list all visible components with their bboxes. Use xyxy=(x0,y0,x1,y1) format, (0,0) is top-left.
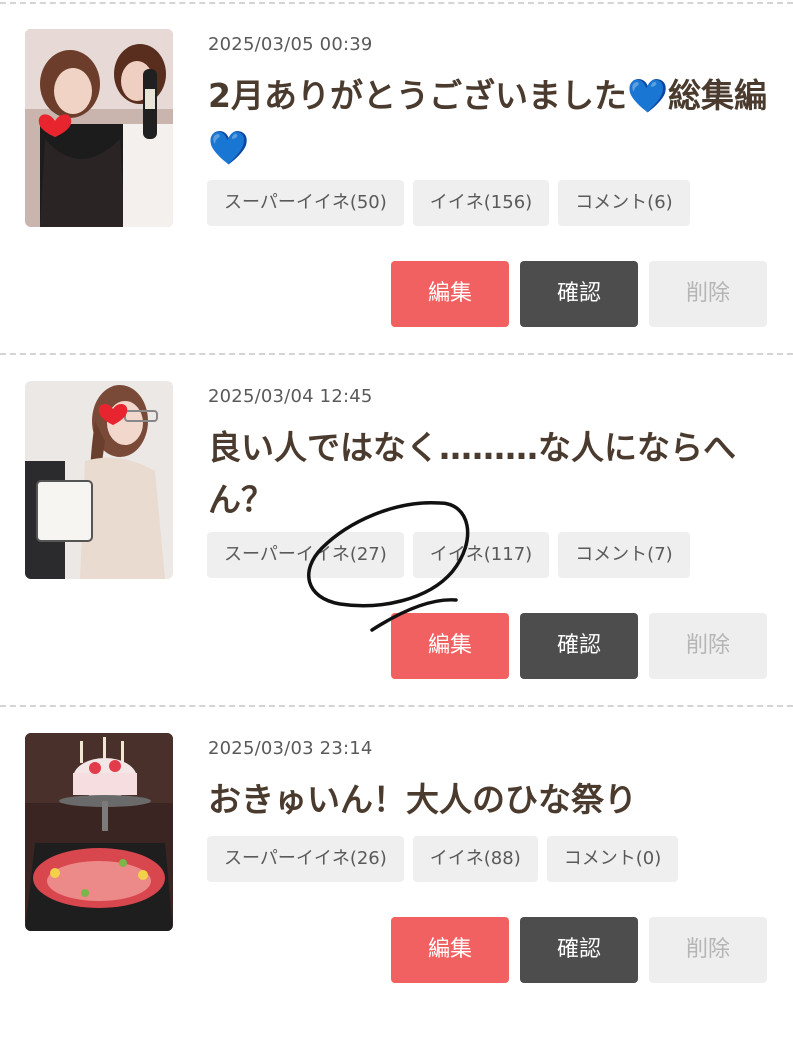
post-date: 2025/03/04 12:45 xyxy=(208,386,373,407)
super-like-count[interactable]: スーパーイイネ(26) xyxy=(207,836,404,882)
confirm-button[interactable]: 確認 xyxy=(520,917,638,983)
comment-count[interactable]: コメント(6) xyxy=(558,180,690,226)
post-title[interactable]: 良い人ではなく………な人にならへん？ xyxy=(208,422,768,526)
delete-button[interactable]: 削除 xyxy=(649,613,767,679)
comment-count[interactable]: コメント(7) xyxy=(558,532,690,578)
edit-button[interactable]: 編集 xyxy=(391,261,509,327)
post-actions: 編集 確認 削除 xyxy=(391,261,767,327)
photo-cake-sushi-platter xyxy=(25,733,173,931)
post-actions: 編集 確認 削除 xyxy=(391,613,767,679)
confirm-button[interactable]: 確認 xyxy=(520,261,638,327)
post-thumbnail[interactable] xyxy=(25,381,173,579)
confirm-button[interactable]: 確認 xyxy=(520,613,638,679)
delete-button[interactable]: 削除 xyxy=(649,917,767,983)
post-title[interactable]: 2月ありがとうございました💙総集編💙 xyxy=(208,70,768,174)
photo-woman-white-dress xyxy=(25,381,173,579)
post-item: 2025/03/05 00:39 2月ありがとうございました💙総集編💙 スーパー… xyxy=(0,0,793,352)
post-item: 2025/03/03 23:14 おきゅいん！大人のひな祭り スーパーイイネ(2… xyxy=(0,704,793,1056)
post-actions: 編集 確認 削除 xyxy=(391,917,767,983)
post-thumbnail[interactable] xyxy=(25,29,173,227)
post-title[interactable]: おきゅいん！大人のひな祭り xyxy=(208,774,768,826)
like-count[interactable]: イイネ(88) xyxy=(412,836,538,882)
post-item: 2025/03/04 12:45 良い人ではなく………な人にならへん？ スーパー… xyxy=(0,352,793,704)
post-thumbnail[interactable] xyxy=(25,733,173,931)
edit-button[interactable]: 編集 xyxy=(391,613,509,679)
post-date: 2025/03/03 23:14 xyxy=(208,738,373,759)
comment-count[interactable]: コメント(0) xyxy=(546,836,679,882)
reaction-tags: スーパーイイネ(50) イイネ(156) コメント(6) xyxy=(207,180,690,226)
like-count[interactable]: イイネ(117) xyxy=(412,532,550,578)
post-date: 2025/03/05 00:39 xyxy=(208,34,373,55)
super-like-count[interactable]: スーパーイイネ(50) xyxy=(207,180,404,226)
delete-button[interactable]: 削除 xyxy=(649,261,767,327)
reaction-tags: スーパーイイネ(26) イイネ(88) コメント(0) xyxy=(207,836,679,882)
super-like-count[interactable]: スーパーイイネ(27) xyxy=(207,532,404,578)
edit-button[interactable]: 編集 xyxy=(391,917,509,983)
like-count[interactable]: イイネ(156) xyxy=(412,180,550,226)
photo-two-women-champagne xyxy=(25,29,173,227)
reaction-tags: スーパーイイネ(27) イイネ(117) コメント(7) xyxy=(207,532,690,578)
